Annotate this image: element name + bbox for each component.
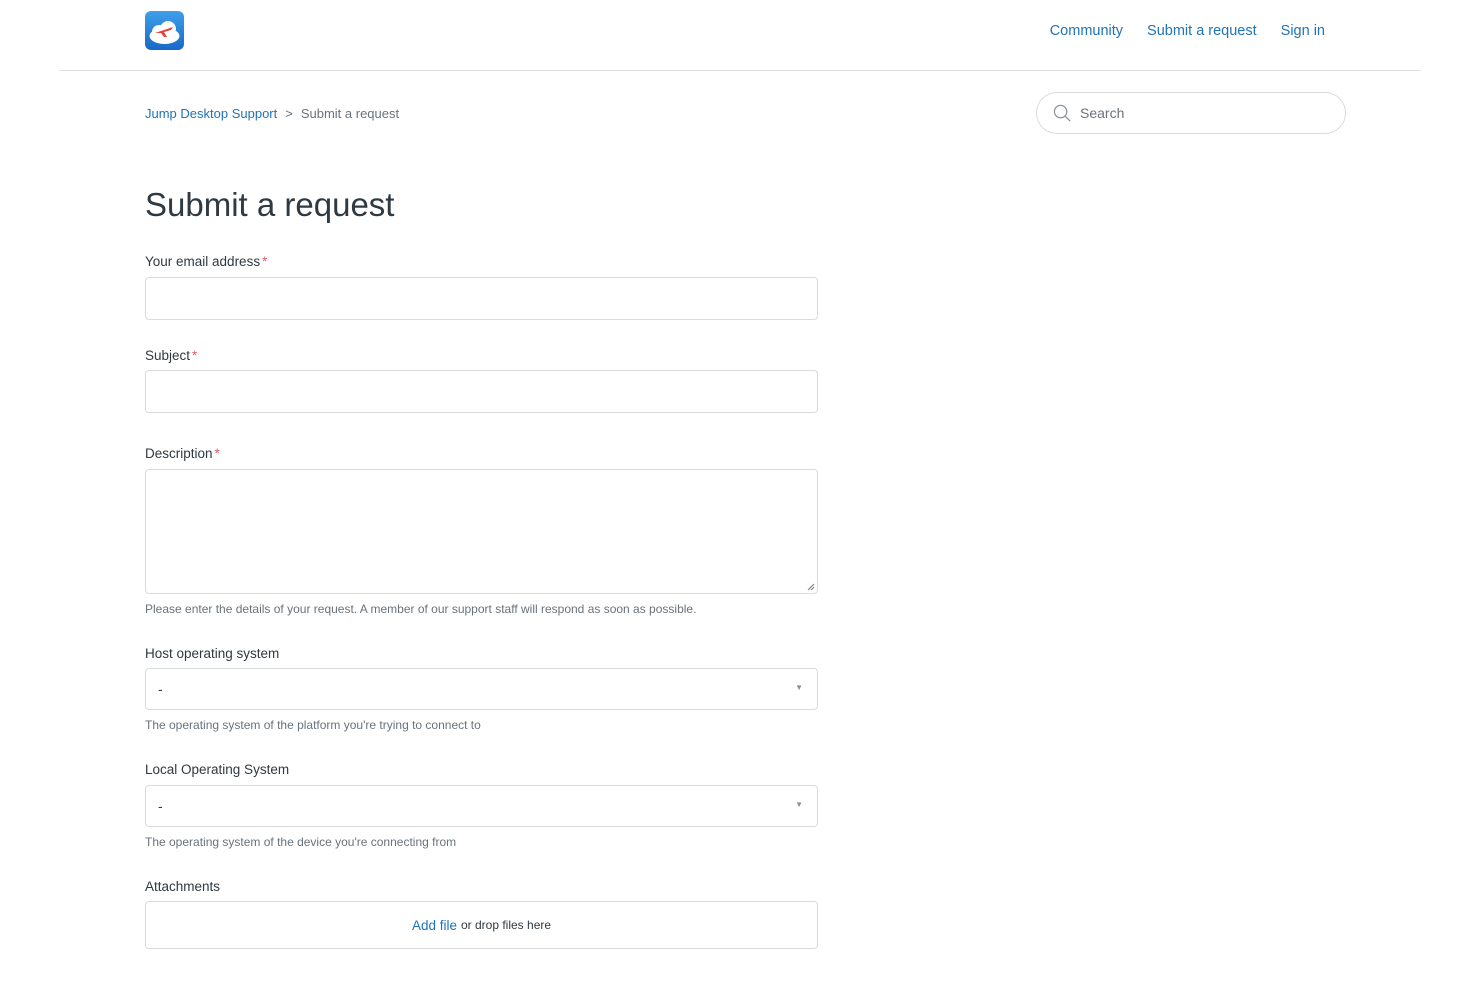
email-required-marker: * <box>262 254 268 269</box>
nav-submit-request-link[interactable]: Submit a request <box>1147 23 1257 39</box>
breadcrumb-separator: > <box>285 106 293 121</box>
description-field[interactable] <box>146 470 817 593</box>
subject-field-box <box>145 370 818 413</box>
host-os-selected-value: - <box>158 681 163 697</box>
resize-grip-icon[interactable] <box>807 583 815 591</box>
host-os-label: Host operating system <box>145 646 280 661</box>
subject-label: Subject * <box>145 348 197 363</box>
local-os-select[interactable]: - ▼ <box>145 785 818 827</box>
search-icon <box>1053 104 1071 122</box>
description-hint: Please enter the details of your request… <box>145 602 697 616</box>
email-field-box <box>145 277 818 320</box>
cloud-plane-icon <box>149 21 180 44</box>
subject-required-marker: * <box>192 348 198 363</box>
local-os-label: Local Operating System <box>145 762 290 777</box>
host-os-select[interactable]: - ▼ <box>145 668 818 710</box>
description-field-box <box>145 469 818 594</box>
local-os-hint: The operating system of the device you'r… <box>145 835 457 849</box>
page-title: Submit a request <box>145 186 395 223</box>
chevron-down-icon: ▼ <box>795 683 803 692</box>
subject-field[interactable] <box>146 371 817 412</box>
nav-community-link[interactable]: Community <box>1050 23 1123 39</box>
drop-files-text: or drop files here <box>460 918 552 932</box>
breadcrumb: Jump Desktop Support > Submit a request <box>145 106 399 121</box>
breadcrumb-home-link[interactable]: Jump Desktop Support <box>145 106 277 121</box>
attachments-label: Attachments <box>145 879 221 894</box>
chevron-down-icon: ▼ <box>795 800 803 809</box>
description-label: Description * <box>145 446 220 461</box>
host-os-hint: The operating system of the platform you… <box>145 718 481 732</box>
local-os-selected-value: - <box>158 798 163 814</box>
breadcrumb-current: Submit a request <box>300 106 400 121</box>
nav-sign-in-link[interactable]: Sign in <box>1281 23 1325 39</box>
email-field[interactable] <box>146 278 817 319</box>
subject-label-text: Subject <box>145 348 191 363</box>
search-input[interactable] <box>1080 105 1310 121</box>
description-required-marker: * <box>214 446 220 461</box>
email-label-text: Your email address <box>145 254 261 269</box>
top-nav: Community Submit a request Sign in <box>1050 23 1325 39</box>
description-label-text: Description <box>145 446 213 461</box>
site-header: Community Submit a request Sign in <box>59 0 1421 71</box>
add-file-link[interactable]: Add file <box>412 918 457 933</box>
search-box[interactable] <box>1036 92 1346 134</box>
email-label: Your email address * <box>145 254 267 269</box>
jump-desktop-logo[interactable] <box>145 11 184 50</box>
attachments-dropzone[interactable]: Add file or drop files here <box>145 901 818 949</box>
